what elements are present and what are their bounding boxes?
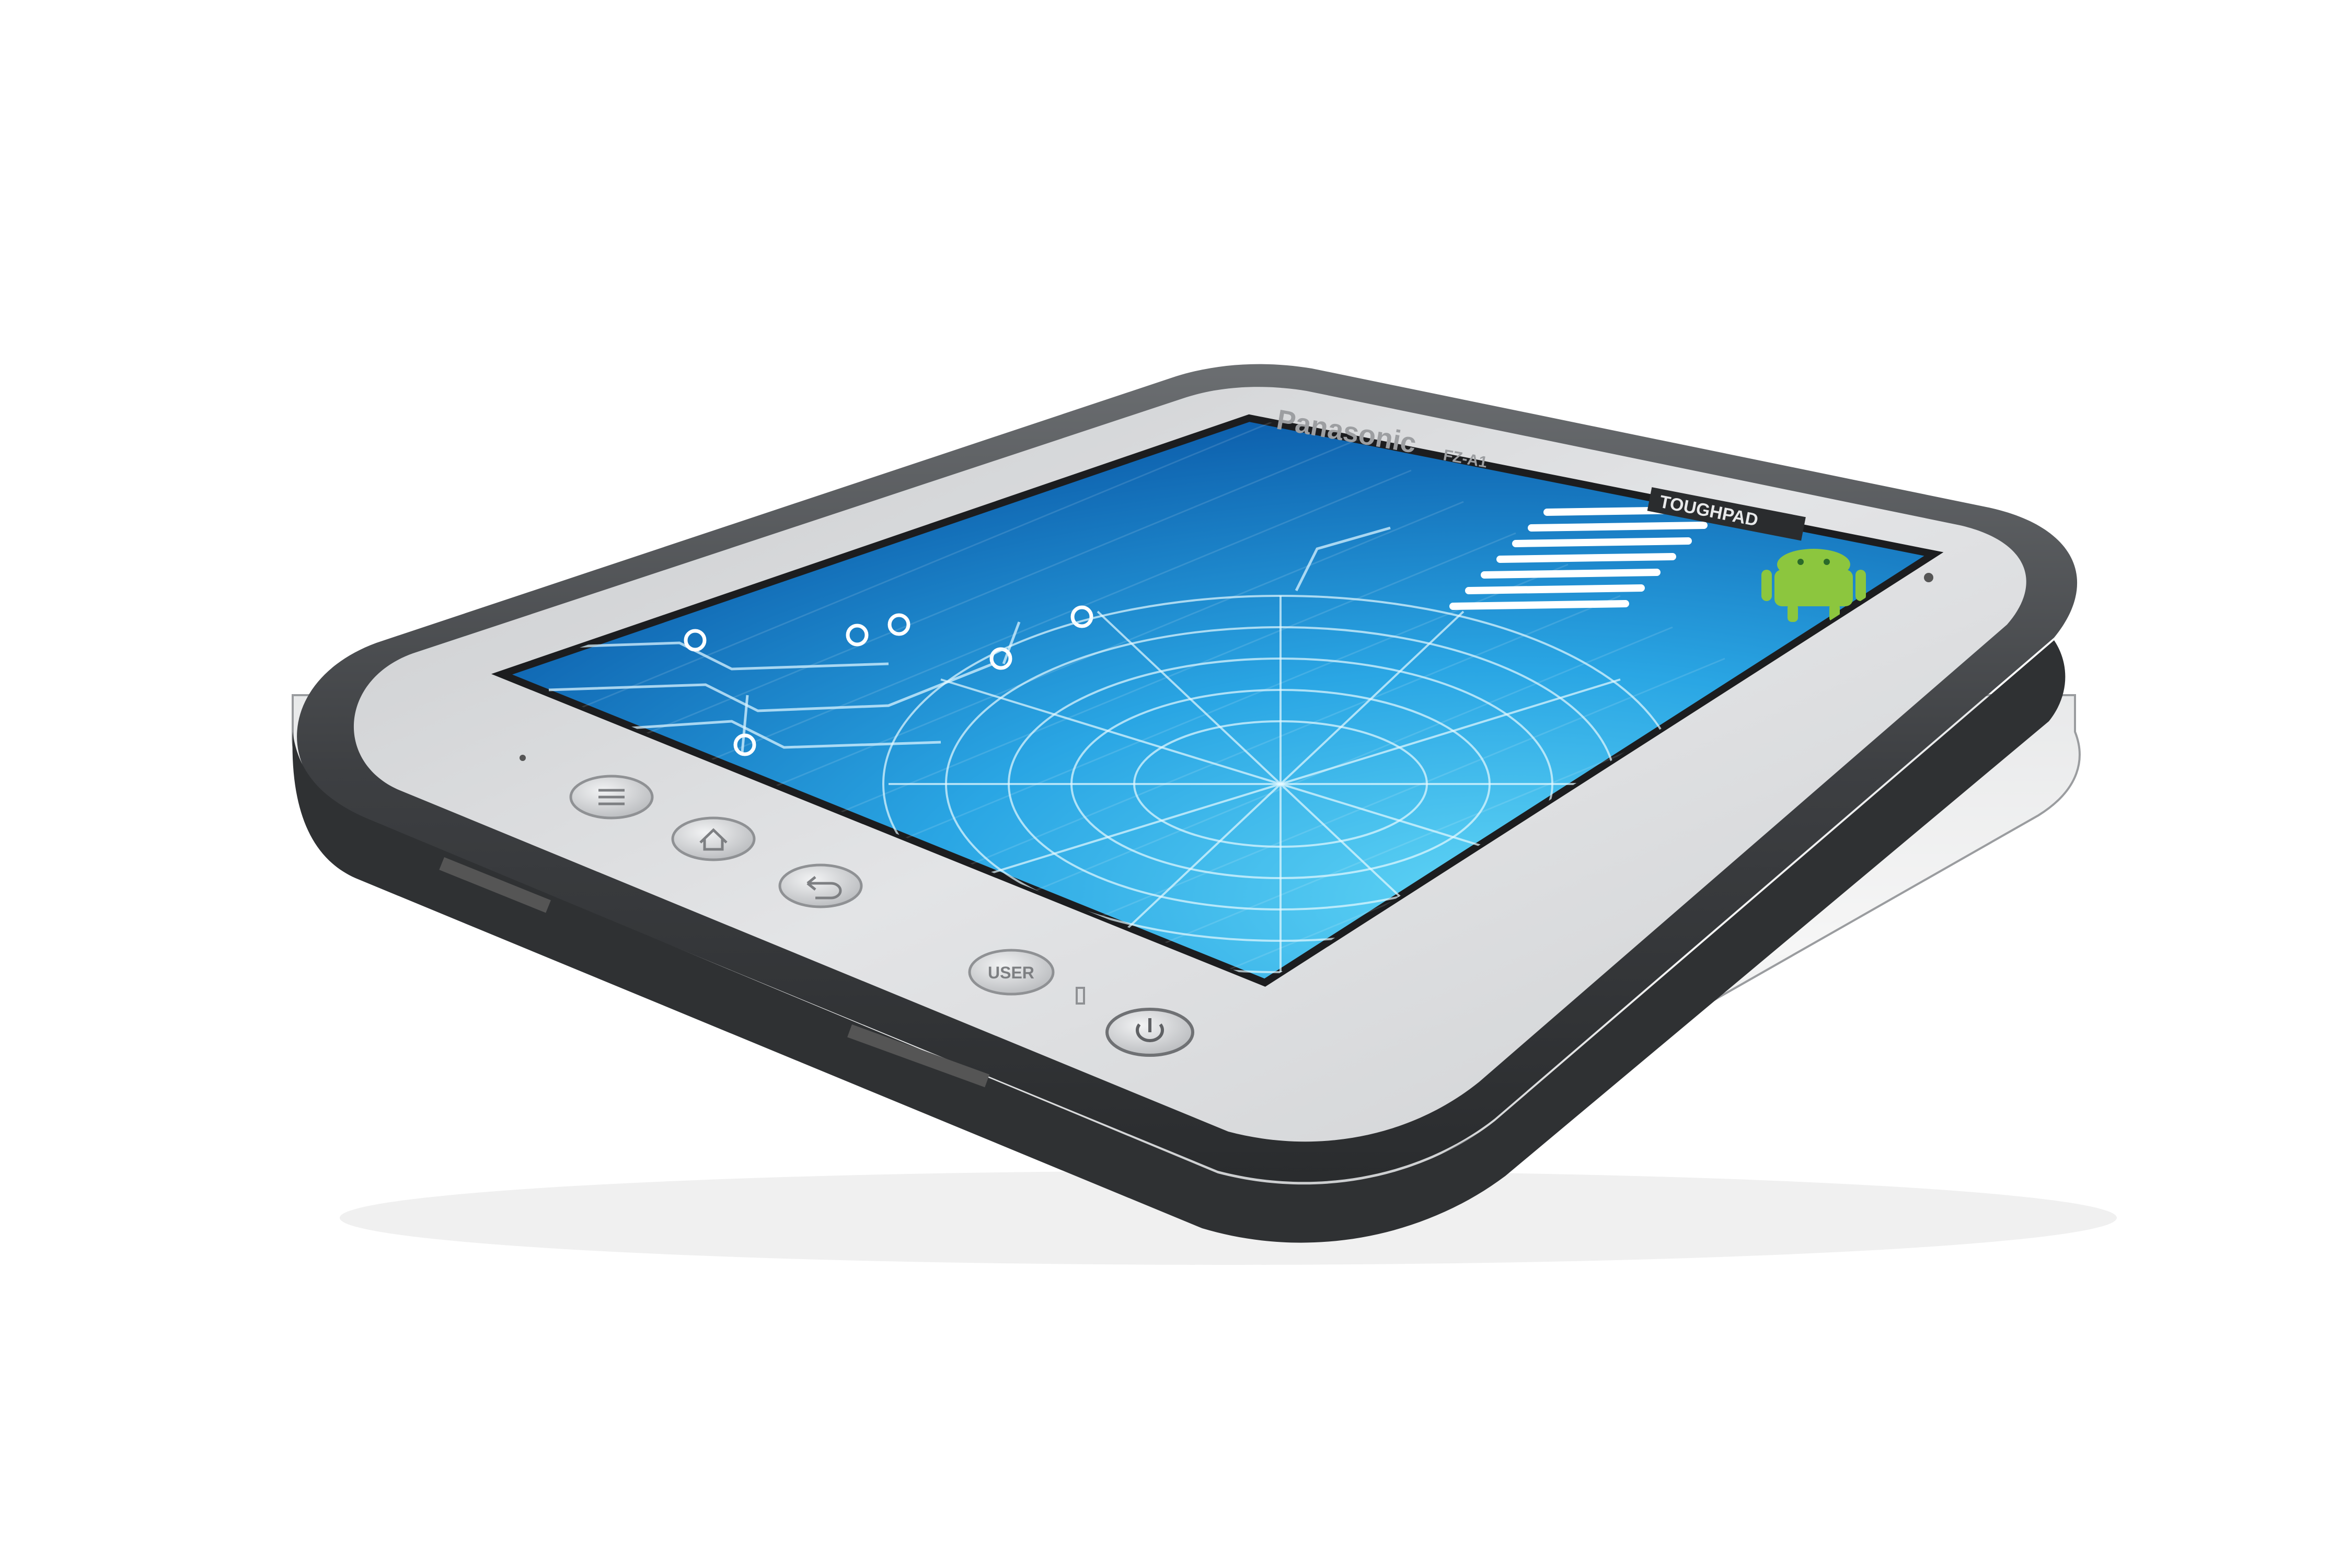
home-button[interactable] [671,816,756,861]
status-led [520,755,526,761]
back-button[interactable] [778,863,863,908]
menu-button[interactable] [569,775,654,820]
camera-lens [1924,573,1933,582]
user-button-label: USER [988,963,1034,982]
user-button[interactable]: USER [968,949,1055,996]
tablet-photo-scene: Panasonic FZ-A1 TOUGHPAD USER [292,364,2117,1265]
power-button[interactable] [1105,1008,1194,1057]
